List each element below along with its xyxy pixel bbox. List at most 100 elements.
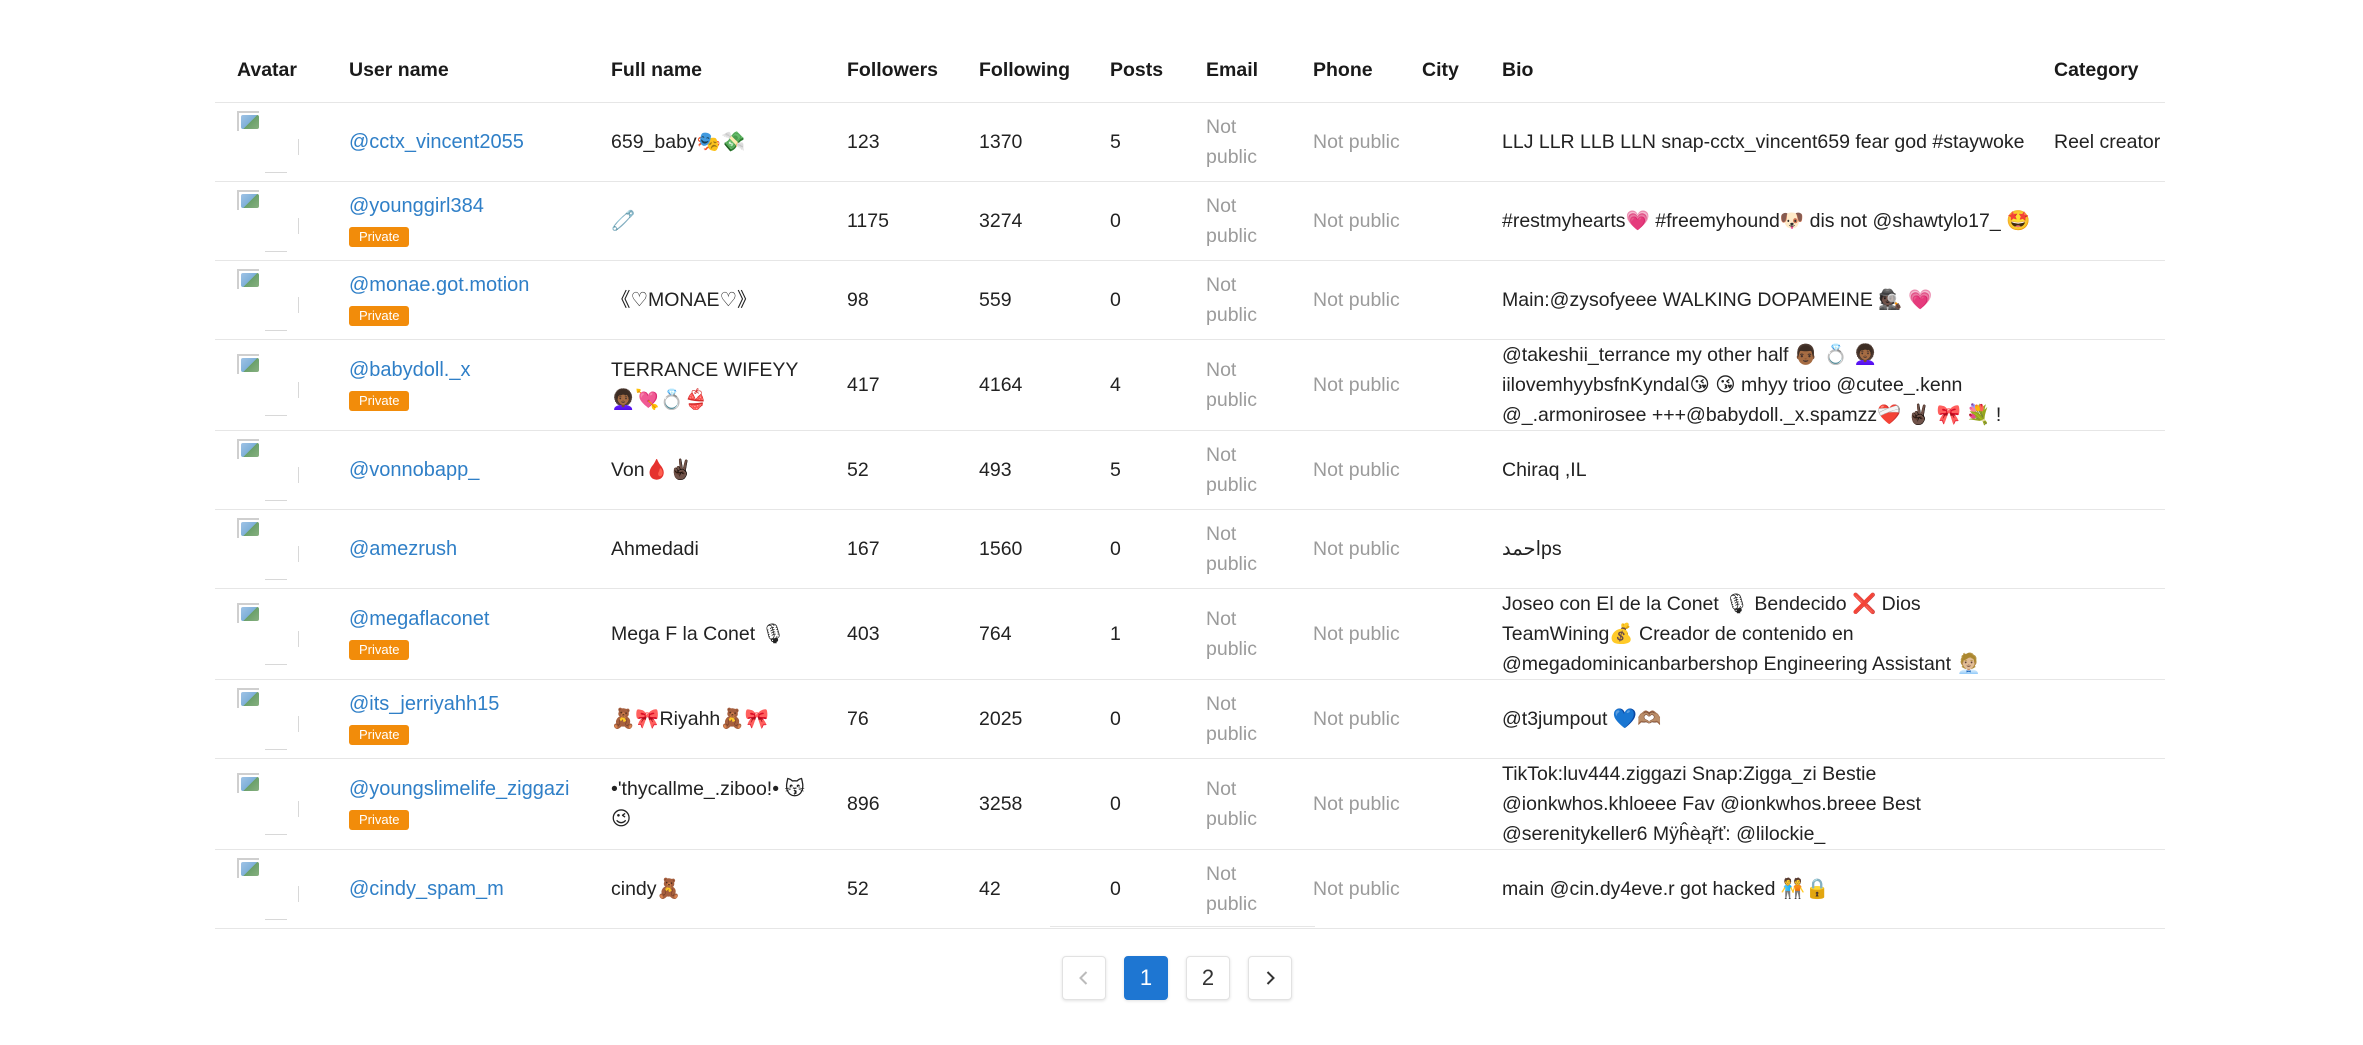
username-link[interactable]: @cindy_spam_m xyxy=(349,875,589,903)
private-badge: Private xyxy=(349,306,410,326)
username-link[interactable]: @monae.got.motion xyxy=(349,271,589,299)
category-cell: Reel creator xyxy=(2032,102,2165,182)
followers-cell: 167 xyxy=(825,509,957,589)
username-link[interactable]: @cctx_vincent2055 xyxy=(349,128,589,156)
following-cell: 4164 xyxy=(957,339,1088,431)
username-cell: @amezrush xyxy=(327,509,589,589)
prev-page-button[interactable] xyxy=(1062,956,1106,1000)
username-cell: @its_jerriyahh15 Private xyxy=(327,679,589,759)
username-cell: @cindy_spam_m xyxy=(327,849,589,929)
pagination: 1 2 xyxy=(1062,956,1292,1000)
broken-image-icon xyxy=(241,777,259,791)
table-row: @its_jerriyahh15 Private 🧸🎀Riyahh🧸🎀 76 2… xyxy=(215,679,2165,759)
followers-cell: 98 xyxy=(825,260,957,340)
avatar[interactable] xyxy=(237,858,299,920)
username-cell: @cctx_vincent2055 xyxy=(327,102,589,182)
avatar[interactable] xyxy=(237,439,299,501)
city-cell xyxy=(1400,679,1480,759)
following-cell: 493 xyxy=(957,430,1088,510)
posts-cell: 1 xyxy=(1088,588,1184,680)
column-header-email: Email xyxy=(1184,38,1291,103)
username-link[interactable]: @younggirl384 xyxy=(349,192,589,220)
table-row: @youngslimelife_ziggazi Private •'thycal… xyxy=(215,758,2165,850)
avatar[interactable] xyxy=(237,518,299,580)
phone-cell: Not public xyxy=(1291,181,1400,261)
fullname-cell: Ahmedadi xyxy=(589,509,825,589)
avatar-edge xyxy=(298,467,299,483)
avatar-edge xyxy=(265,330,287,331)
table-body: @cctx_vincent2055 659_baby🎭💸 123 1370 5 … xyxy=(215,102,2165,929)
users-table-container: Avatar User name Full name Followers Fol… xyxy=(215,38,2165,929)
avatar-edge xyxy=(298,546,299,562)
username-link[interactable]: @youngslimelife_ziggazi xyxy=(349,775,589,803)
username-link[interactable]: @amezrush xyxy=(349,535,589,563)
avatar-cell xyxy=(215,339,327,431)
phone-cell: Not public xyxy=(1291,588,1400,680)
posts-cell: 0 xyxy=(1088,849,1184,929)
next-page-button[interactable] xyxy=(1248,956,1292,1000)
avatar-edge xyxy=(265,749,287,750)
city-cell xyxy=(1400,758,1480,850)
avatar[interactable] xyxy=(237,354,299,416)
avatar[interactable] xyxy=(237,111,299,173)
avatar-edge xyxy=(265,251,287,252)
phone-cell: Not public xyxy=(1291,260,1400,340)
fullname-cell: 659_baby🎭💸 xyxy=(589,102,825,182)
broken-image-icon xyxy=(241,522,259,536)
avatar[interactable] xyxy=(237,190,299,252)
avatar-cell xyxy=(215,430,327,510)
avatar[interactable] xyxy=(237,269,299,331)
fullname-cell: cindy🧸 xyxy=(589,849,825,929)
avatar[interactable] xyxy=(237,688,299,750)
column-header-username: User name xyxy=(327,38,589,103)
avatar[interactable] xyxy=(237,603,299,665)
avatar-edge xyxy=(265,415,287,416)
avatar-edge xyxy=(265,500,287,501)
username-cell: @vonnobapp_ xyxy=(327,430,589,510)
page-1-button[interactable]: 1 xyxy=(1124,956,1168,1000)
followers-cell: 123 xyxy=(825,102,957,182)
avatar-edge xyxy=(298,801,299,817)
column-header-following: Following xyxy=(957,38,1088,103)
page-2-button[interactable]: 2 xyxy=(1186,956,1230,1000)
avatar-cell xyxy=(215,181,327,261)
following-cell: 1370 xyxy=(957,102,1088,182)
column-header-avatar: Avatar xyxy=(215,38,327,103)
avatar-edge xyxy=(298,886,299,902)
username-link[interactable]: @babydoll._x xyxy=(349,356,589,384)
email-cell: Not public xyxy=(1184,181,1291,261)
posts-cell: 0 xyxy=(1088,509,1184,589)
broken-image-icon xyxy=(241,607,259,621)
avatar-cell xyxy=(215,509,327,589)
following-cell: 3258 xyxy=(957,758,1088,850)
fullname-cell: Mega F la Conet 🎙 xyxy=(589,588,825,680)
bio-cell: #restmyhearts💗 #freemyhound🐶 dis not @sh… xyxy=(1480,181,2032,261)
category-cell xyxy=(2032,679,2165,759)
table-row: @younggirl384 Private 🧷 1175 3274 0 Not … xyxy=(215,181,2165,261)
followers-cell: 896 xyxy=(825,758,957,850)
city-cell xyxy=(1400,849,1480,929)
username-link[interactable]: @its_jerriyahh15 xyxy=(349,690,589,718)
table-row: @babydoll._x Private TERRANCE WIFEYY 👩🏾‍… xyxy=(215,339,2165,431)
email-cell: Not public xyxy=(1184,588,1291,680)
city-cell xyxy=(1400,509,1480,589)
avatar-edge xyxy=(298,716,299,732)
avatar-cell xyxy=(215,758,327,850)
category-cell xyxy=(2032,509,2165,589)
username-link[interactable]: @megaflaconet xyxy=(349,605,589,633)
broken-image-icon xyxy=(241,862,259,876)
bio-cell: Main:@zysofyeee WALKING DOPAMEINE 🕵🏿 💗 xyxy=(1480,260,2032,340)
avatar-edge xyxy=(265,172,287,173)
avatar[interactable] xyxy=(237,773,299,835)
username-cell: @monae.got.motion Private xyxy=(327,260,589,340)
table-row: @amezrush Ahmedadi 167 1560 0 Not public… xyxy=(215,509,2165,589)
category-cell xyxy=(2032,430,2165,510)
column-header-bio: Bio xyxy=(1480,38,2032,103)
username-link[interactable]: @vonnobapp_ xyxy=(349,456,589,484)
followers-cell: 1175 xyxy=(825,181,957,261)
avatar-edge xyxy=(265,579,287,580)
email-cell: Not public xyxy=(1184,102,1291,182)
category-cell xyxy=(2032,758,2165,850)
posts-cell: 4 xyxy=(1088,339,1184,431)
broken-image-icon xyxy=(241,273,259,287)
